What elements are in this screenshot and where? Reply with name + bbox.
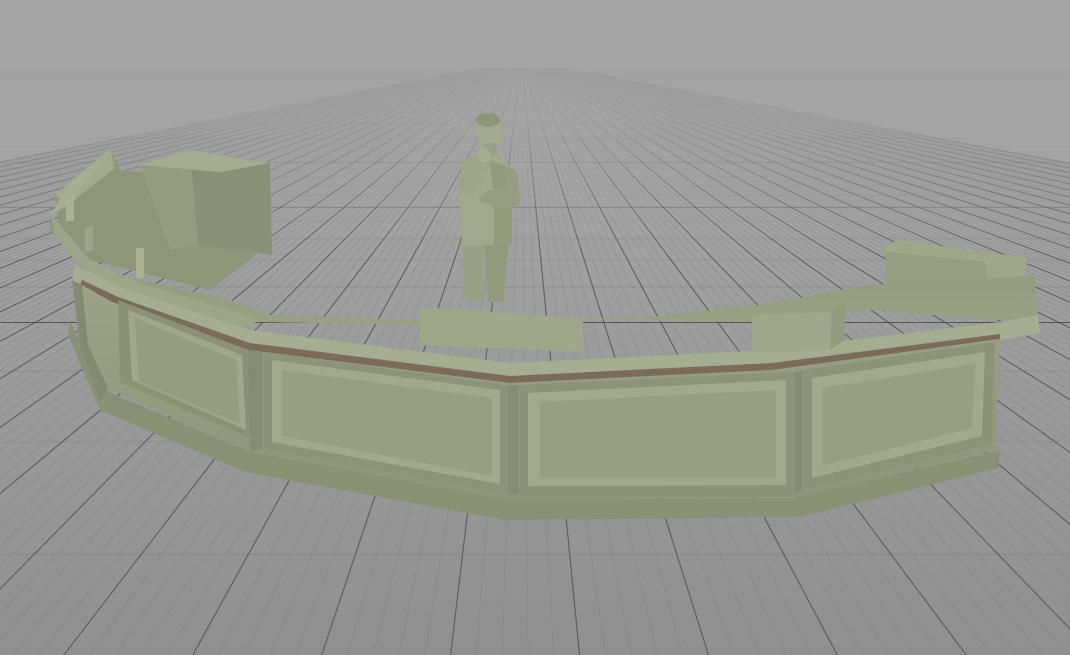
viewport-canvas[interactable] xyxy=(0,0,1070,655)
desk-corner-3 xyxy=(795,370,802,494)
desk-screen-block-2 xyxy=(752,312,832,352)
3d-viewport[interactable] xyxy=(0,0,1070,655)
desk-corner-1 xyxy=(248,350,262,452)
desk-panel-3 xyxy=(518,372,795,494)
figure-hand xyxy=(478,148,490,162)
desk-tab-3 xyxy=(85,225,93,252)
desk-corner-2 xyxy=(508,385,518,494)
desk-tab-2 xyxy=(136,248,144,278)
desk-tab-1 xyxy=(66,195,74,221)
figure-hair xyxy=(476,113,500,127)
